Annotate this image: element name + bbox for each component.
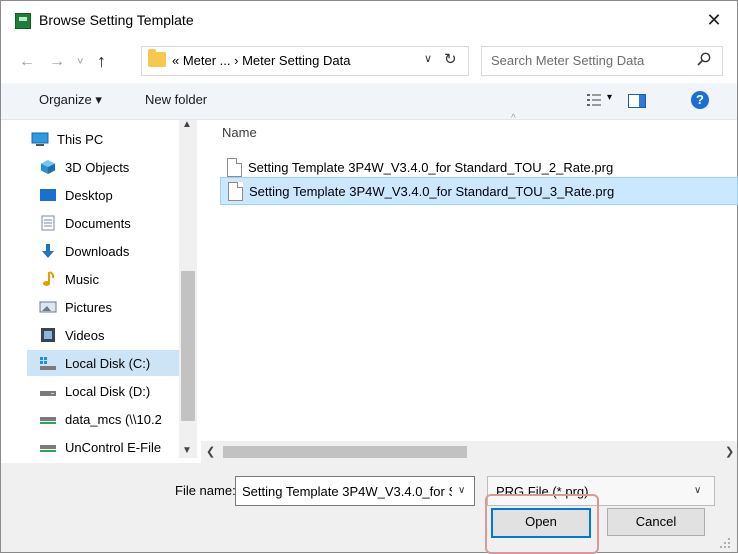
scroll-left-icon[interactable]: ❮ bbox=[206, 445, 215, 458]
sidebar-item-label: 3D Objects bbox=[65, 160, 130, 175]
folder-icon bbox=[148, 49, 166, 67]
recent-locations-chevron-icon[interactable]: ˅ bbox=[77, 52, 83, 72]
picture-icon bbox=[39, 301, 57, 313]
address-dropdown-icon[interactable]: ∨ bbox=[424, 52, 432, 65]
video-icon bbox=[41, 328, 55, 342]
file-name-label: File name: bbox=[175, 483, 236, 498]
sidebar-item-desktop[interactable]: Desktop bbox=[29, 182, 199, 208]
help-icon[interactable]: ? bbox=[691, 91, 709, 109]
view-options-chevron-icon[interactable]: ▾ bbox=[607, 92, 612, 103]
sidebar-item-label: Desktop bbox=[65, 188, 113, 203]
sidebar-item-data-mcs[interactable]: data_mcs (\\10.2 bbox=[29, 406, 199, 432]
file-name-combobox[interactable]: Setting Template 3P4W_V3.4.0_for S ∨ bbox=[235, 476, 475, 506]
forward-arrow-icon[interactable]: → bbox=[49, 52, 65, 72]
file-name[interactable]: Setting Template 3P4W_V3.4.0_for Standar… bbox=[249, 184, 614, 199]
close-icon[interactable]: ✕ bbox=[701, 7, 727, 33]
cube-icon bbox=[41, 160, 55, 174]
sidebar-item-local-disk-d[interactable]: Local Disk (D:) bbox=[29, 378, 199, 404]
command-toolbar: Organize ▾ New folder ▾ ? bbox=[1, 83, 737, 120]
drive-icon bbox=[40, 391, 56, 396]
sidebar-item-downloads[interactable]: Downloads bbox=[29, 238, 199, 264]
sidebar-item-label: This PC bbox=[57, 132, 104, 147]
title-bar: Browse Setting Template ✕ bbox=[1, 1, 737, 41]
search-icon[interactable] bbox=[696, 51, 712, 67]
network-drive-icon bbox=[40, 417, 56, 424]
sidebar-item-documents[interactable]: Documents bbox=[29, 210, 199, 236]
sidebar-item-this-pc[interactable]: This PC bbox=[21, 126, 191, 152]
dialog-window: Browse Setting Template ✕ ← → ˅ ↑ « Mete… bbox=[0, 0, 738, 554]
cancel-button[interactable]: Cancel bbox=[607, 508, 705, 536]
sidebar-item-pictures[interactable]: Pictures bbox=[29, 294, 199, 320]
sidebar-item-label: Downloads bbox=[65, 244, 130, 259]
download-icon bbox=[42, 244, 54, 258]
drive-windows-icon bbox=[40, 357, 56, 370]
view-options-icon[interactable] bbox=[587, 93, 601, 107]
sidebar-item-label: Local Disk (C:) bbox=[65, 356, 151, 371]
chevron-down-icon[interactable]: ∨ bbox=[694, 485, 701, 496]
preview-pane-icon[interactable] bbox=[628, 94, 646, 108]
scroll-down-icon[interactable]: ▼ bbox=[182, 445, 192, 456]
back-arrow-icon[interactable]: ← bbox=[19, 52, 35, 72]
file-icon bbox=[228, 182, 243, 201]
navigation-scrollbar-thumb[interactable] bbox=[181, 271, 195, 421]
navigation-pane: This PC 3D Objects Desktop Documents Dow… bbox=[1, 120, 198, 466]
network-drive-icon bbox=[40, 445, 56, 452]
search-placeholder[interactable]: Search Meter Setting Data bbox=[491, 53, 644, 68]
file-row-selected[interactable]: Setting Template 3P4W_V3.4.0_for Standar… bbox=[220, 177, 738, 205]
scroll-up-icon[interactable]: ▲ bbox=[182, 119, 192, 130]
sidebar-item-videos[interactable]: Videos bbox=[29, 322, 199, 348]
file-icon bbox=[227, 158, 242, 177]
column-header-name[interactable]: Name bbox=[222, 125, 257, 140]
annotation-highlight-box bbox=[485, 494, 599, 554]
horizontal-scrollbar-thumb[interactable] bbox=[223, 446, 467, 458]
document-icon bbox=[41, 215, 55, 231]
sidebar-item-label: Videos bbox=[65, 328, 105, 343]
chevron-down-icon[interactable]: ∨ bbox=[458, 485, 465, 496]
sidebar-item-label: data_mcs (\\10.2 bbox=[65, 412, 162, 427]
desktop-icon bbox=[40, 189, 56, 201]
new-folder-button[interactable]: New folder bbox=[145, 92, 207, 107]
sidebar-item-local-disk-c[interactable]: Local Disk (C:) bbox=[27, 350, 179, 376]
app-icon bbox=[15, 13, 31, 29]
sidebar-item-music[interactable]: Music bbox=[29, 266, 199, 292]
sidebar-item-label: Documents bbox=[65, 216, 131, 231]
file-name-input[interactable]: Setting Template 3P4W_V3.4.0_for S bbox=[242, 484, 452, 499]
sidebar-item-label: Local Disk (D:) bbox=[65, 384, 151, 399]
address-bar[interactable]: « Meter ... › Meter Setting Data ∨ ↻ bbox=[141, 46, 469, 76]
music-icon bbox=[43, 271, 55, 286]
address-path[interactable]: « Meter ... › Meter Setting Data bbox=[172, 53, 350, 68]
resize-grip-icon[interactable] bbox=[717, 537, 731, 549]
sidebar-item-3d-objects[interactable]: 3D Objects bbox=[29, 154, 199, 180]
search-box[interactable]: Search Meter Setting Data bbox=[481, 46, 723, 76]
refresh-icon[interactable]: ↻ bbox=[444, 50, 457, 68]
sidebar-item-uncontrol-e-file[interactable]: UnControl E-File bbox=[29, 434, 199, 460]
window-title: Browse Setting Template bbox=[39, 12, 194, 28]
sort-ascending-icon: ^ bbox=[511, 113, 516, 124]
organize-button[interactable]: Organize ▾ bbox=[39, 92, 102, 108]
sidebar-item-label: UnControl E-File bbox=[65, 440, 162, 455]
up-arrow-icon[interactable]: ↑ bbox=[97, 51, 106, 71]
scroll-right-icon[interactable]: ❯ bbox=[725, 445, 734, 458]
file-name[interactable]: Setting Template 3P4W_V3.4.0_for Standar… bbox=[248, 160, 613, 175]
sidebar-item-label: Pictures bbox=[65, 300, 112, 315]
computer-icon bbox=[31, 132, 49, 146]
sidebar-item-label: Music bbox=[65, 272, 99, 287]
